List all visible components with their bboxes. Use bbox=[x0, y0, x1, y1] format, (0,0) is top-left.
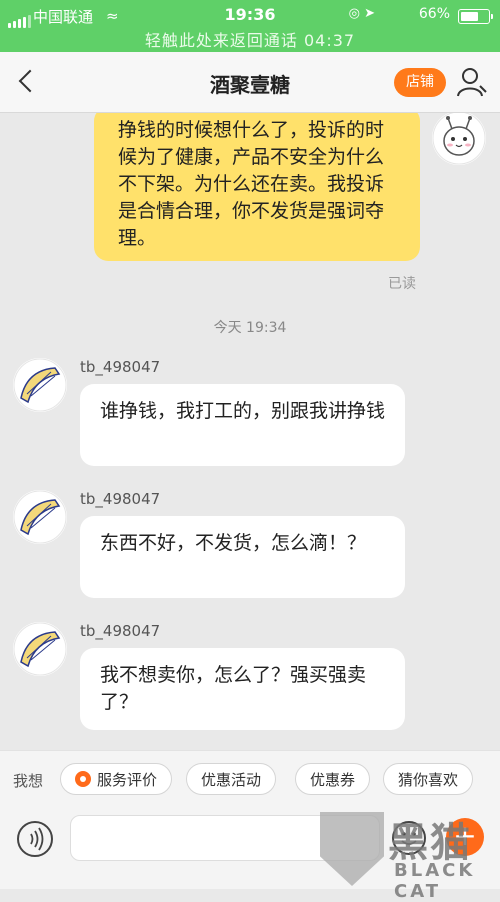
chip-label: 服务评价 bbox=[97, 771, 158, 789]
battery-icon bbox=[458, 9, 493, 24]
voice-input-icon[interactable] bbox=[17, 821, 53, 857]
shop-button[interactable]: 店铺 bbox=[394, 68, 446, 97]
location-icon: ◎ ➤ bbox=[348, 6, 375, 21]
battery-percent: 66% bbox=[418, 6, 450, 22]
incoming-message-bubble[interactable]: 东西不好，不发货，怎么滴！？ bbox=[80, 516, 405, 598]
watermark-logo: 黑猫 BLACK CAT bbox=[320, 808, 500, 902]
chip-label: 优惠活动 bbox=[201, 771, 262, 789]
sender-name: tb_498047 bbox=[80, 358, 161, 376]
return-to-call-banner[interactable]: 轻触此处来返回通话 04:37 bbox=[0, 27, 500, 51]
chip-service-review[interactable]: 服务评价 bbox=[60, 763, 173, 795]
chat-area[interactable]: 挣钱的时候想什么了，投诉的时候为了健康，产品不安全为什么不下架。为什么还在卖。我… bbox=[0, 113, 500, 750]
quick-reply-bar: 我想 服务评价 优惠活动 优惠券 猜你喜欢 bbox=[0, 750, 500, 809]
read-receipt: 已读 bbox=[388, 276, 416, 292]
sender-name: tb_498047 bbox=[80, 490, 161, 508]
seller-avatar[interactable] bbox=[13, 490, 67, 544]
profile-icon[interactable] bbox=[455, 65, 489, 99]
review-icon bbox=[75, 771, 91, 787]
quick-reply-label: 我想 bbox=[13, 772, 44, 790]
chip-label: 猜你喜欢 bbox=[398, 771, 459, 789]
cat-shield-icon bbox=[320, 812, 384, 886]
chip-coupons[interactable]: 优惠券 bbox=[295, 763, 371, 795]
watermark-subtext: BLACK CAT bbox=[394, 860, 476, 902]
outgoing-message-bubble[interactable]: 挣钱的时候想什么了，投诉的时候为了健康，产品不安全为什么不下架。为什么还在卖。我… bbox=[94, 113, 420, 261]
incoming-message-bubble[interactable]: 谁挣钱，我打工的，别跟我讲挣钱 bbox=[80, 384, 405, 466]
chip-promotions[interactable]: 优惠活动 bbox=[186, 763, 277, 795]
chip-recommendations[interactable]: 猜你喜欢 bbox=[383, 763, 474, 795]
incoming-message-bubble[interactable]: 我不想卖你，怎么了？强买强卖了？ bbox=[80, 648, 405, 730]
message-timestamp: 今天 19:34 bbox=[213, 320, 287, 336]
sender-name: tb_498047 bbox=[80, 622, 161, 640]
chip-label: 优惠券 bbox=[310, 771, 356, 789]
seller-avatar[interactable] bbox=[13, 358, 67, 412]
user-avatar[interactable] bbox=[432, 113, 486, 165]
nav-bar: 酒聚壹糖 店铺 bbox=[0, 52, 500, 113]
status-bar: 中国联通 ≈ 19:36 ◎ ➤ 66% 轻触此处来返回通话 04:37 bbox=[0, 0, 500, 52]
seller-avatar[interactable] bbox=[13, 622, 67, 676]
